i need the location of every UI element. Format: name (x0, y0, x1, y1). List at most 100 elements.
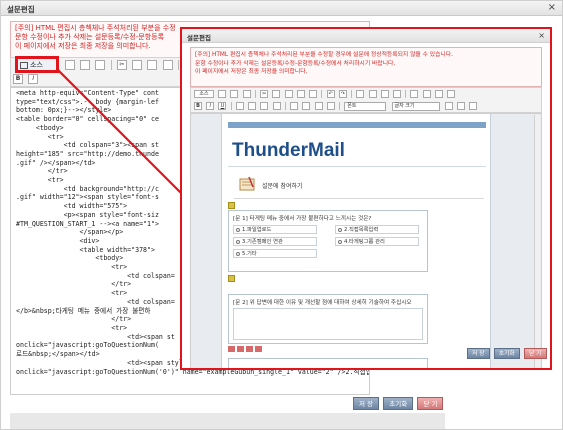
tool-icon[interactable] (255, 346, 262, 352)
bold-icon[interactable]: B (13, 74, 23, 84)
question-title: [문 2] 위 답변에 대한 이유 및 개선할 점에 대하여 상세히 기술하여 … (233, 300, 412, 306)
outer-title-bar: 설문편집 × (1, 1, 562, 16)
paste-text-icon[interactable] (296, 90, 305, 98)
indent-icon[interactable] (272, 102, 281, 110)
source-icon (20, 61, 28, 69)
toolbar-separator (321, 90, 323, 98)
radio-option[interactable]: 1.파일업로드 (233, 225, 317, 234)
toolbar-separator (177, 60, 179, 70)
align-justify-icon[interactable] (326, 102, 335, 110)
preview-icon[interactable] (230, 90, 239, 98)
source-button-label: 소스 (30, 61, 43, 69)
background-color-icon[interactable] (456, 102, 465, 110)
template-icon[interactable] (95, 60, 106, 70)
template-icon[interactable] (242, 90, 251, 98)
replace-icon[interactable] (368, 90, 377, 98)
bullet-list-icon[interactable] (248, 102, 257, 110)
underline-icon[interactable]: U (218, 102, 227, 110)
table-icon[interactable] (410, 90, 419, 98)
cut-icon[interactable]: ✂ (260, 90, 269, 98)
inner-title-bar: 설문편집 × (182, 29, 550, 43)
close-button[interactable]: 닫 기 (523, 348, 547, 359)
font-select[interactable]: 폰트 (344, 102, 387, 111)
tool-icon[interactable] (237, 346, 244, 352)
tool-icon[interactable] (246, 346, 253, 352)
survey-heading-text: 설문에 참여하기 (262, 183, 303, 190)
align-right-icon[interactable] (314, 102, 323, 110)
radio-option[interactable]: 4.타게팅그룹 관리 (335, 237, 419, 246)
radio-option[interactable]: 3.기존캠페인 연관 (233, 237, 317, 246)
link-icon[interactable] (447, 90, 456, 98)
italic-icon[interactable]: I (206, 102, 215, 110)
survey-heading: 설문에 참여하기 (234, 174, 484, 200)
outdent-icon[interactable] (260, 102, 269, 110)
font-size-select[interactable]: 글자 크기 (391, 102, 440, 111)
question-block-2: [문 2] 위 답변에 대한 이유 및 개선할 점에 대하여 상세히 기술하여 … (228, 294, 428, 344)
undo-icon[interactable]: ↶ (326, 90, 335, 98)
notebook-icon (239, 176, 255, 191)
close-icon[interactable]: × (538, 31, 545, 40)
paste-icon[interactable] (284, 90, 293, 98)
toolbar-separator (110, 60, 112, 70)
italic-icon[interactable]: I (28, 74, 39, 84)
new-page-icon[interactable] (218, 90, 227, 98)
radio-option[interactable]: 2.직접목록입력 (335, 225, 419, 234)
help-icon[interactable] (469, 102, 478, 110)
answer-textarea[interactable] (233, 308, 423, 340)
toolbar-separator (405, 90, 407, 98)
source-icon[interactable]: 소스 (194, 90, 214, 98)
bold-icon[interactable]: B (194, 102, 202, 110)
reset-button[interactable]: 초기화 (383, 397, 414, 410)
inner-dialog: 설문편집 × [주의] HTML 편집시 층첵체나 주석처리된 부분을 수정할 … (180, 27, 552, 370)
flash-icon[interactable] (434, 90, 443, 98)
status-bar (10, 413, 445, 429)
paste-text-icon[interactable] (162, 60, 173, 70)
copy-icon[interactable] (132, 60, 143, 70)
save-button[interactable]: 저 장 (353, 397, 380, 410)
cut-icon[interactable]: ✂ (116, 60, 127, 70)
ordered-list-icon[interactable] (235, 102, 244, 110)
question-block-1: [문 1] 타게팅 메뉴 중에서 가장 불편하다고 느끼시는 것은? 1.파일업… (228, 210, 428, 272)
save-button[interactable]: 저 장 (467, 348, 490, 359)
toolbar-separator (339, 102, 341, 110)
inner-dialog-title: 설문편집 (187, 34, 211, 42)
copy-icon[interactable] (272, 90, 281, 98)
image-icon[interactable] (422, 90, 431, 98)
paste-word-icon[interactable] (309, 90, 318, 98)
paste-icon[interactable] (147, 60, 158, 70)
inner-editor-toolbar: 소스 ✂ ↶ ↷ B I U 폰트 글자 크기 (190, 87, 542, 113)
question-title: [문 1] 타게팅 메뉴 중에서 가장 불편하다고 느끼시는 것은? (233, 216, 372, 222)
tool-icon[interactable] (228, 346, 235, 352)
vertical-scrollbar[interactable] (534, 115, 540, 368)
drag-handle[interactable] (228, 202, 235, 209)
toolbar-separator (230, 102, 232, 110)
preview-icon[interactable] (80, 60, 91, 70)
close-button[interactable]: 닫 기 (417, 397, 444, 410)
divider (228, 166, 486, 167)
new-page-icon[interactable] (65, 60, 75, 70)
toolbar-separator (254, 90, 256, 98)
redo-icon[interactable]: ↷ (338, 90, 347, 98)
reset-button[interactable]: 초기화 (493, 348, 520, 359)
brand-logo: ThunderMail (232, 140, 345, 161)
notice-line: 이 페이지에서 저장은 최종 저장을 의미합니다. (195, 69, 308, 75)
remove-format-icon[interactable] (392, 90, 401, 98)
mail-header-bar (228, 122, 486, 128)
align-left-icon[interactable] (290, 102, 299, 110)
wysiwyg-canvas[interactable]: ThunderMail 설문에 참여하기 [문 1] 타게팅 메뉴 중에서 가장… (190, 113, 542, 368)
drag-handle[interactable] (228, 275, 235, 282)
toolbar-separator (284, 102, 286, 110)
close-icon[interactable]: × (548, 2, 556, 13)
text-color-icon[interactable] (444, 102, 453, 110)
inner-button-group: 저 장 초기화 닫 기 (467, 348, 549, 359)
notice-line: 문항 수정이나 추가 삭제는 설문등록/수정-문항등록/수정에서 처리하시기 바… (195, 60, 396, 67)
select-all-icon[interactable] (380, 90, 389, 98)
notice-line: [주의] HTML 편집시 층첵체나 주석처리된 부분을 수정할 경우에 설문에… (195, 52, 453, 58)
toolbar-separator (351, 90, 353, 98)
source-button[interactable]: 소스 (15, 56, 59, 73)
divider (234, 198, 484, 199)
align-center-icon[interactable] (302, 102, 311, 110)
question-tools (228, 346, 264, 354)
radio-option[interactable]: 5.기타 (233, 249, 317, 258)
find-icon[interactable] (356, 90, 365, 98)
